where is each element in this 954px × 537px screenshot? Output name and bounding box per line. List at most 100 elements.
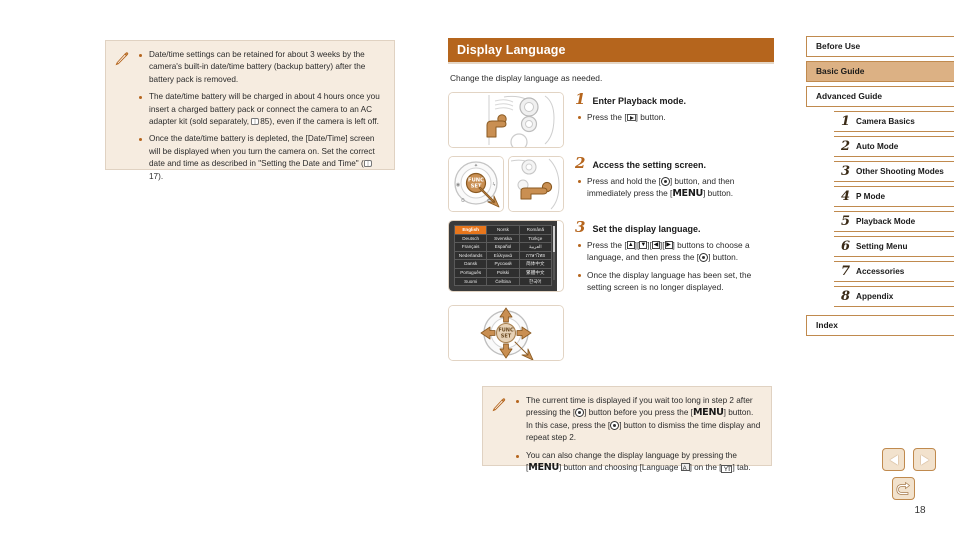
page-navigation-buttons: [882, 448, 944, 500]
step-3-title: 3 Set the display language.: [575, 218, 774, 236]
page-title: Display Language: [448, 38, 774, 62]
language-cell[interactable]: Nederlands: [455, 251, 487, 260]
chapter-label: Other Shooting Modes: [856, 167, 944, 176]
chapter-label: Accessories: [856, 267, 905, 276]
language-grid[interactable]: English Norsk Română Deutsch Svenska Tür…: [454, 225, 552, 287]
sidebar-chapter-setting-menu[interactable]: 6 Setting Menu: [834, 236, 954, 257]
svg-text:ϟ: ϟ: [493, 182, 496, 188]
down-button-icon: ▼: [639, 241, 648, 249]
language-cell[interactable]: العربية: [519, 243, 551, 251]
step-bullet: Press the [] button.: [575, 111, 774, 123]
step-number: 2: [575, 154, 586, 172]
language-cell[interactable]: Deutsch: [455, 234, 487, 243]
menu-button-label: MENU: [672, 188, 704, 199]
language-cell[interactable]: 한국어: [519, 277, 551, 286]
chapter-label: P Mode: [856, 192, 886, 201]
chevron-left-icon: [889, 454, 898, 465]
step-3-bullets: Press the [▲][▼][◀][▶] buttons to choose…: [575, 239, 774, 293]
svg-text:⏱: ⏱: [461, 198, 465, 204]
language-cell[interactable]: Norsk: [487, 226, 519, 234]
back-button[interactable]: [892, 477, 915, 500]
sidebar-item-index[interactable]: Index: [806, 315, 954, 336]
svg-text:◉: ◉: [456, 182, 461, 188]
language-cell[interactable]: 简体中文: [519, 260, 551, 268]
step-bullet: Once the display language has been set, …: [575, 269, 774, 293]
step-3-text: 3 Set the display language. Press the [▲…: [564, 220, 774, 299]
right-button-icon: ▶: [664, 241, 673, 249]
language-cell[interactable]: Ελληνικά: [487, 251, 519, 260]
language-cell[interactable]: Polski: [487, 268, 519, 277]
chapter-number: 4: [841, 188, 851, 204]
language-cell[interactable]: Русский: [487, 260, 519, 268]
language-selection-screen-figure: English Norsk Română Deutsch Svenska Tür…: [448, 220, 564, 293]
camera-dpad-four-arrows-figure: FUNC SET: [448, 305, 564, 361]
chapter-number: 5: [841, 213, 851, 229]
language-cell[interactable]: ภาษาไทย: [519, 251, 551, 260]
sidebar-item-advanced-guide[interactable]: Advanced Guide: [806, 86, 954, 107]
sidebar-chapter-auto-mode[interactable]: 2 Auto Mode: [834, 136, 954, 157]
playback-button-icon: [626, 114, 636, 121]
language-cell[interactable]: Română: [519, 226, 551, 234]
step-number: 3: [575, 218, 586, 236]
bottom-note-box: The current time is displayed if you wai…: [482, 386, 772, 475]
step-bullet: Press the [▲][▼][◀][▶] buttons to choose…: [575, 239, 774, 263]
language-cell[interactable]: Português: [455, 268, 487, 277]
chapter-label: Camera Basics: [856, 117, 915, 126]
left-button-icon: ◀: [651, 241, 660, 249]
language-cell[interactable]: English: [455, 226, 487, 234]
chapter-number: 8: [841, 288, 851, 304]
language-screen: English Norsk Română Deutsch Svenska Tür…: [449, 221, 557, 292]
step-2-bullets: Press and hold the [] button, and then i…: [575, 175, 774, 200]
sidebar-chapter-camera-basics[interactable]: 1 Camera Basics: [834, 111, 954, 132]
step-3-figures: English Norsk Română Deutsch Svenska Tür…: [448, 220, 564, 299]
sidebar-chapter-p-mode[interactable]: 4 P Mode: [834, 186, 954, 207]
chapter-label: Playback Mode: [856, 217, 916, 226]
chapter-number: 7: [841, 263, 851, 279]
step-3-extra-figure: FUNC SET: [448, 305, 774, 361]
language-cell[interactable]: Dansk: [455, 260, 487, 268]
step-label: Enter Playback mode.: [592, 96, 686, 106]
step-1-text: 1 Enter Playback mode. Press the [] butt…: [564, 92, 774, 148]
step-3: English Norsk Română Deutsch Svenska Tür…: [448, 220, 774, 299]
sidebar-chapter-other-shooting-modes[interactable]: 3 Other Shooting Modes: [834, 161, 954, 182]
language-cell[interactable]: Suomi: [455, 277, 487, 286]
step-label: Access the setting screen.: [592, 160, 706, 170]
return-arrow-icon: [896, 481, 911, 495]
page-ref-book-icon: [251, 118, 260, 126]
chapter-label: Setting Menu: [856, 242, 908, 251]
camera-rear-menu-button-figure: [508, 156, 564, 212]
next-page-button[interactable]: [913, 448, 936, 471]
note-item: The current time is displayed if you wai…: [513, 395, 761, 445]
sidebar-chapter-accessories[interactable]: 7 Accessories: [834, 261, 954, 282]
title-underline: [448, 62, 774, 64]
note-item: Date/time settings can be retained for a…: [136, 49, 384, 86]
language-cell[interactable]: Svenska: [487, 234, 519, 243]
note-item: Once the date/time battery is depleted, …: [136, 133, 384, 183]
section-intro-text: Change the display language as needed.: [450, 73, 603, 83]
step-label: Set the display language.: [592, 224, 701, 234]
func-set-button-icon: [660, 177, 670, 186]
language-cell[interactable]: Français: [455, 243, 487, 251]
step-1-title: 1 Enter Playback mode.: [575, 92, 774, 107]
pencil-note-icon: [491, 395, 511, 456]
sidebar-item-before-use[interactable]: Before Use: [806, 36, 954, 57]
language-cell[interactable]: 繁體中文: [519, 268, 551, 277]
step-2-figures: FUNC SET ✦ ◉ ϟ ⏱ ✿: [448, 156, 564, 212]
sidebar-item-basic-guide[interactable]: Basic Guide: [806, 61, 954, 82]
previous-page-button[interactable]: [882, 448, 905, 471]
bottom-note-list: The current time is displayed if you wai…: [513, 395, 761, 475]
sidebar-chapter-playback-mode[interactable]: 5 Playback Mode: [834, 211, 954, 232]
chapter-number: 6: [841, 238, 851, 254]
sidebar-chapter-appendix[interactable]: 8 Appendix: [834, 286, 954, 307]
step-1-bullets: Press the [] button.: [575, 111, 774, 123]
language-scrollbar[interactable]: [553, 226, 555, 280]
func-set-button-icon: [575, 408, 585, 418]
manual-page: Date/time settings can be retained for a…: [0, 0, 954, 537]
language-cell[interactable]: Español: [487, 243, 519, 251]
language-cell[interactable]: Čeština: [487, 277, 519, 286]
camera-rear-playback-button-figure: [448, 92, 564, 148]
step-1: 1 Enter Playback mode. Press the [] butt…: [448, 92, 774, 148]
language-cell[interactable]: Türkçe: [519, 234, 551, 243]
up-button-icon: ▲: [626, 241, 635, 249]
step-2-text: 2 Access the setting screen. Press and h…: [564, 156, 774, 212]
